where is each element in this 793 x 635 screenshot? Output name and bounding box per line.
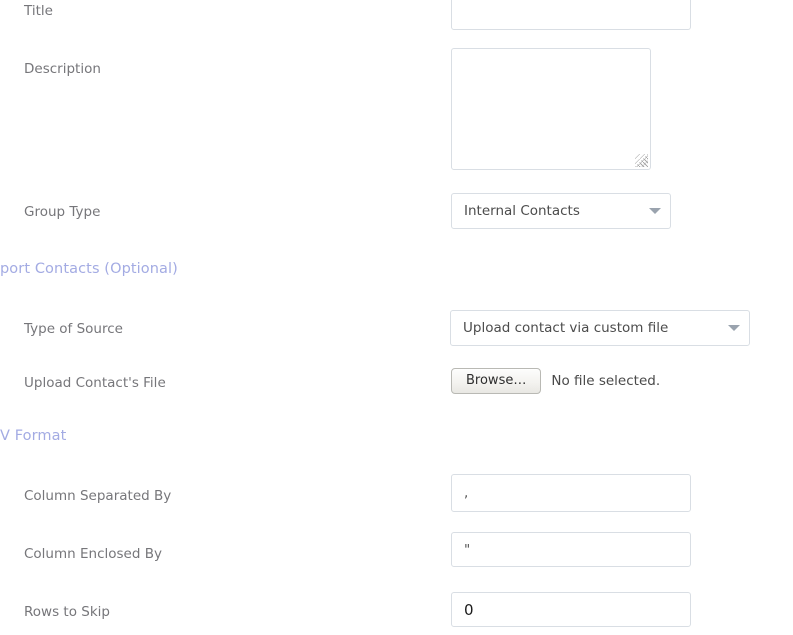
group-type-select[interactable]: Internal Contacts [451, 193, 671, 229]
file-selection-status: No file selected. [551, 373, 661, 389]
column-separated-by-input[interactable] [451, 474, 691, 512]
type-of-source-select[interactable]: Upload contact via custom file [450, 310, 750, 346]
label-column-enclosed-by: Column Enclosed By [24, 546, 162, 562]
section-heading-import-contacts: port Contacts (Optional) [0, 261, 178, 277]
group-type-selected-value: Internal Contacts [464, 203, 580, 219]
label-type-of-source: Type of Source [24, 321, 123, 337]
section-heading-csv-format: V Format [0, 428, 67, 444]
resize-handle-icon[interactable] [635, 154, 648, 167]
label-column-separated-by: Column Separated By [24, 488, 172, 504]
label-description: Description [24, 61, 101, 77]
chevron-down-icon[interactable] [640, 208, 670, 214]
type-of-source-selected-value: Upload contact via custom file [463, 320, 669, 336]
browse-button[interactable]: Browse… [451, 368, 542, 394]
contact-group-form: Title Description Group Type Internal Co… [0, 0, 793, 635]
description-textarea[interactable] [451, 48, 651, 170]
title-input[interactable] [451, 0, 691, 30]
label-rows-to-skip: Rows to Skip [24, 604, 110, 620]
chevron-down-icon[interactable] [719, 325, 749, 331]
rows-to-skip-input[interactable] [451, 592, 691, 627]
label-group-type: Group Type [24, 204, 101, 220]
file-upload-control[interactable]: Browse… No file selected. [451, 368, 660, 394]
column-enclosed-by-input[interactable] [451, 532, 691, 567]
label-title: Title [24, 3, 53, 19]
label-upload-contacts-file: Upload Contact's File [24, 375, 166, 391]
